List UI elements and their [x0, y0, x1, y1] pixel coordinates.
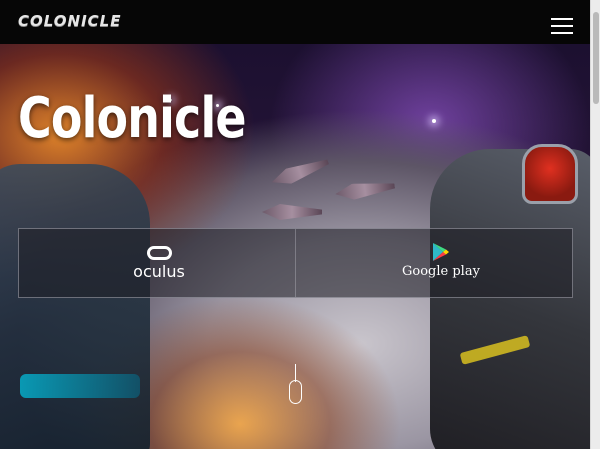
- google-play-store-button[interactable]: Google play: [295, 229, 572, 297]
- oculus-logo-icon: [146, 245, 172, 260]
- hamburger-menu-icon[interactable]: [551, 18, 573, 34]
- oculus-store-button[interactable]: oculus: [19, 229, 295, 297]
- store-links-bar: oculus Google play: [18, 228, 573, 298]
- page-scrollbar-thumb[interactable]: [593, 12, 599, 104]
- page-scrollbar[interactable]: [590, 0, 600, 449]
- hero-background-robot-left: [0, 164, 150, 449]
- hero-background-glow: [20, 374, 140, 398]
- navbar: COLONICLE: [0, 0, 590, 44]
- hero-background-ship: [262, 204, 322, 220]
- brand-logo[interactable]: COLONICLE: [18, 12, 121, 30]
- oculus-store-label: oculus: [133, 261, 185, 281]
- hero-title: Colonicle: [18, 86, 247, 151]
- hero-background-helmet: [522, 144, 578, 204]
- hero-background-ship: [269, 154, 331, 190]
- google-play-store-label: Google play: [402, 264, 480, 279]
- hero-background-ship: [334, 178, 396, 202]
- scroll-down-mouse-icon[interactable]: [289, 380, 302, 404]
- hero-background-star: [432, 119, 436, 123]
- google-play-icon: [432, 243, 449, 261]
